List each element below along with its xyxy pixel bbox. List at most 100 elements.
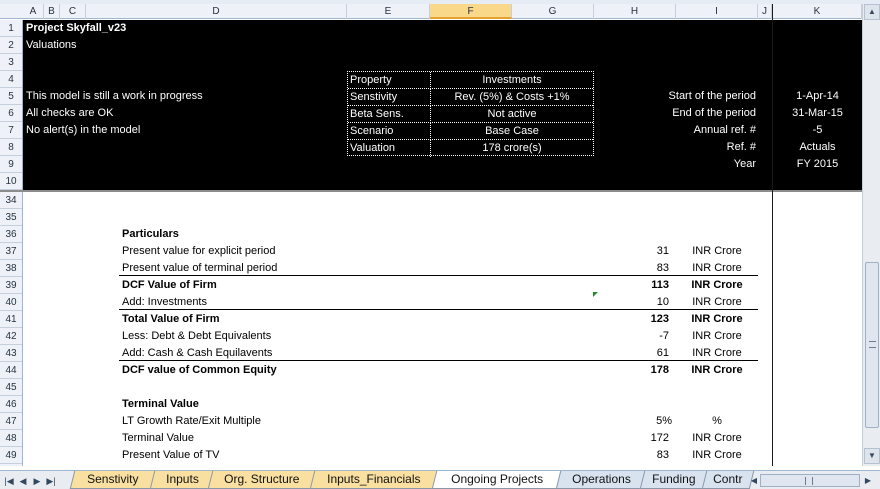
column-header-f[interactable]: F bbox=[430, 4, 512, 19]
tab-inputs[interactable]: Inputs bbox=[149, 471, 215, 489]
row-value[interactable]: 31 bbox=[594, 243, 669, 260]
first-sheet-icon[interactable]: |◀ bbox=[2, 474, 16, 488]
row-label[interactable]: LT Growth Rate/Exit Multiple bbox=[122, 413, 261, 430]
tab-contr[interactable]: Contr bbox=[701, 471, 755, 489]
row-label[interactable]: Present value for explicit period bbox=[122, 243, 275, 260]
tab-ongoing-projects[interactable]: Ongoing Projects bbox=[431, 471, 563, 489]
row-value[interactable]: -7 bbox=[594, 328, 669, 345]
subtotal-rule bbox=[119, 275, 758, 276]
prev-sheet-icon[interactable]: ◀ bbox=[16, 474, 30, 488]
column-header-b[interactable]: B bbox=[44, 4, 60, 19]
row-header[interactable]: 45 bbox=[0, 379, 22, 396]
info-row-scenario[interactable]: Scenario Base Case bbox=[348, 123, 593, 140]
column-header-i[interactable]: I bbox=[676, 4, 758, 19]
row-value[interactable]: 178 bbox=[594, 362, 669, 379]
row-header[interactable]: 47 bbox=[0, 413, 22, 430]
row-header[interactable]: 41 bbox=[0, 311, 22, 328]
row-label[interactable]: Terminal Value bbox=[122, 430, 194, 447]
row-header[interactable]: 6 bbox=[0, 105, 22, 122]
row-unit[interactable]: INR Crore bbox=[676, 311, 758, 328]
row-label[interactable]: Total Value of Firm bbox=[122, 311, 220, 328]
row-header[interactable]: 43 bbox=[0, 345, 22, 362]
period-end-label: End of the period bbox=[672, 107, 756, 119]
annual-ref-value[interactable]: -5 bbox=[773, 122, 862, 139]
row-unit[interactable]: INR Crore bbox=[676, 430, 758, 447]
row-value[interactable]: 83 bbox=[594, 447, 669, 464]
column-header-d[interactable]: D bbox=[86, 4, 347, 19]
row-header[interactable]: 37 bbox=[0, 243, 22, 260]
column-header-c[interactable]: C bbox=[60, 4, 86, 19]
info-row-sensitivity[interactable]: Senstivity Rev. (5%) & Costs +1% bbox=[348, 89, 593, 106]
column-header-e[interactable]: E bbox=[347, 4, 430, 19]
row-value[interactable]: 123 bbox=[594, 311, 669, 328]
row-unit[interactable]: INR Crore bbox=[676, 277, 758, 294]
page-subtitle: Valuations bbox=[26, 39, 77, 51]
model-info-box: Property Investments Senstivity Rev. (5%… bbox=[347, 71, 594, 157]
row-header[interactable]: 35 bbox=[0, 209, 22, 226]
row-header[interactable]: 5 bbox=[0, 88, 22, 105]
column-header-g[interactable]: G bbox=[512, 4, 594, 19]
vertical-scroll-thumb[interactable] bbox=[865, 262, 879, 428]
info-value: Base Case bbox=[430, 123, 593, 140]
tab-inputs-financials[interactable]: Inputs_Financials bbox=[309, 471, 439, 489]
row-header[interactable]: 42 bbox=[0, 328, 22, 345]
scroll-up-icon[interactable]: ▲ bbox=[864, 4, 880, 20]
row-header[interactable]: 49 bbox=[0, 447, 22, 464]
info-row-property[interactable]: Property Investments bbox=[348, 72, 593, 89]
info-label: Scenario bbox=[350, 125, 394, 137]
row-unit[interactable]: INR Crore bbox=[676, 362, 758, 379]
column-header-k[interactable]: K bbox=[773, 4, 862, 19]
info-value: 178 crore(s) bbox=[430, 140, 593, 157]
row-header[interactable]: 3 bbox=[0, 54, 22, 71]
row-unit[interactable]: % bbox=[676, 413, 758, 430]
row-value[interactable]: 113 bbox=[594, 277, 669, 294]
row-label[interactable]: DCF value of Common Equity bbox=[122, 362, 277, 379]
row-header[interactable]: 2 bbox=[0, 37, 22, 54]
row-value[interactable]: 5% bbox=[594, 413, 672, 430]
tab-operations[interactable]: Operations bbox=[555, 471, 647, 489]
year-value[interactable]: FY 2015 bbox=[773, 156, 862, 173]
row-header[interactable]: 48 bbox=[0, 430, 22, 447]
tab-senstivity[interactable]: Senstivity bbox=[69, 471, 157, 489]
row-header[interactable]: 34 bbox=[0, 192, 22, 209]
scroll-right-icon[interactable]: ▶ bbox=[862, 474, 874, 487]
info-row-beta[interactable]: Beta Sens. Not active bbox=[348, 106, 593, 123]
column-header-j[interactable]: J bbox=[758, 4, 772, 19]
row-header[interactable]: 9 bbox=[0, 156, 22, 173]
column-header-h[interactable]: H bbox=[594, 4, 676, 19]
row-unit[interactable]: INR Crore bbox=[676, 447, 758, 464]
period-start-value[interactable]: 1-Apr-14 bbox=[773, 88, 862, 105]
row-header[interactable]: 39 bbox=[0, 277, 22, 294]
scroll-left-icon[interactable]: ◀ bbox=[748, 474, 760, 487]
row-header[interactable]: 10 bbox=[0, 173, 22, 190]
last-sheet-icon[interactable]: ▶| bbox=[44, 474, 58, 488]
scroll-down-icon[interactable]: ▼ bbox=[864, 448, 880, 464]
row-label[interactable]: Less: Debt & Debt Equivalents bbox=[122, 328, 271, 345]
row-label[interactable]: DCF Value of Firm bbox=[122, 277, 217, 294]
ref-value[interactable]: Actuals bbox=[773, 139, 862, 156]
info-row-valuation[interactable]: Valuation 178 crore(s) bbox=[348, 140, 593, 157]
next-sheet-icon[interactable]: ▶ bbox=[30, 474, 44, 488]
row-header[interactable]: 1 bbox=[0, 20, 22, 37]
status-line-progress: This model is still a work in progress bbox=[26, 90, 203, 102]
tab-funding[interactable]: Funding bbox=[639, 471, 709, 489]
status-line-checks: All checks are OK bbox=[26, 107, 114, 119]
row-header[interactable]: 38 bbox=[0, 260, 22, 277]
row-header[interactable]: 36 bbox=[0, 226, 22, 243]
column-header-a[interactable]: A bbox=[23, 4, 44, 19]
period-end-value[interactable]: 31-Mar-15 bbox=[773, 105, 862, 122]
row-header[interactable]: 46 bbox=[0, 396, 22, 413]
row-unit[interactable]: INR Crore bbox=[676, 243, 758, 260]
cell-comment-marker[interactable] bbox=[593, 292, 598, 297]
tab-org-structure[interactable]: Org. Structure bbox=[207, 471, 317, 489]
row-label[interactable]: Present Value of TV bbox=[122, 447, 219, 464]
row-unit[interactable]: INR Crore bbox=[676, 328, 758, 345]
vertical-scrollbar[interactable]: ▲ ▼ bbox=[862, 4, 880, 466]
row-header[interactable]: 7 bbox=[0, 122, 22, 139]
row-value[interactable]: 172 bbox=[594, 430, 669, 447]
row-header[interactable]: 40 bbox=[0, 294, 22, 311]
row-header[interactable]: 8 bbox=[0, 139, 22, 156]
row-header[interactable]: 4 bbox=[0, 71, 22, 88]
row-header[interactable]: 44 bbox=[0, 362, 22, 379]
horizontal-scroll-thumb[interactable] bbox=[760, 474, 860, 487]
